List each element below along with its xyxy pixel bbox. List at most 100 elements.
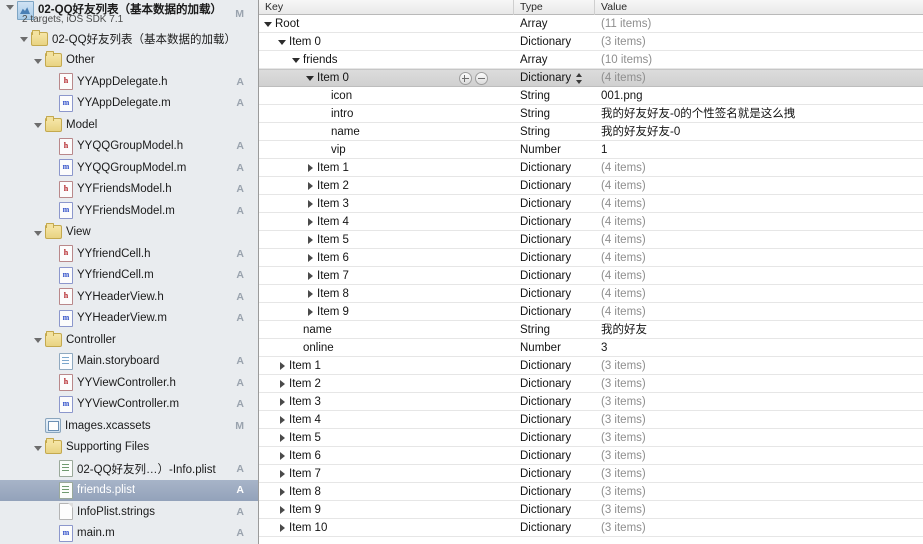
plist-row[interactable]: Item 2Dictionary(3 items) [259, 375, 923, 393]
plist-key-cell[interactable]: Item 3 [259, 393, 514, 411]
plist-row[interactable]: Item 9Dictionary(4 items) [259, 303, 923, 321]
disclosure-triangle-icon[interactable] [319, 141, 330, 159]
plist-value-cell[interactable]: (3 items) [595, 429, 923, 447]
disclosure-triangle-icon[interactable] [305, 177, 316, 195]
remove-row-icon[interactable] [475, 72, 488, 85]
disclosure-triangle-icon[interactable] [305, 195, 316, 213]
disclosure-triangle-icon[interactable] [47, 377, 58, 388]
disclosure-triangle-icon[interactable] [33, 442, 44, 453]
plist-type-cell[interactable]: Dictionary [514, 213, 595, 231]
disclosure-triangle-icon[interactable] [277, 429, 288, 447]
navigator-item[interactable]: friends.plistA [0, 480, 258, 502]
navigator-item[interactable]: hYYQQGroupModel.hA [0, 136, 258, 158]
plist-row[interactable]: Item 1Dictionary(3 items) [259, 357, 923, 375]
navigator-item[interactable]: mYYfriendCell.mA [0, 265, 258, 287]
plist-key-cell[interactable]: Root [259, 15, 514, 33]
plist-type-cell[interactable]: Dictionary [514, 465, 595, 483]
plist-row[interactable]: nameString我的好友 [259, 321, 923, 339]
navigator-item[interactable]: hYYHeaderView.hA [0, 286, 258, 308]
disclosure-triangle-icon[interactable] [47, 270, 58, 281]
disclosure-triangle-icon[interactable] [47, 485, 58, 496]
plist-type-cell[interactable]: Dictionary [514, 357, 595, 375]
plist-key-cell[interactable]: Item 6 [259, 249, 514, 267]
plist-row[interactable]: Item 7Dictionary(3 items) [259, 465, 923, 483]
plist-row[interactable]: Item 0Dictionary(3 items) [259, 33, 923, 51]
plist-key-cell[interactable]: Item 5 [259, 231, 514, 249]
disclosure-triangle-icon[interactable] [305, 69, 316, 87]
column-header-value[interactable]: Value [595, 0, 923, 15]
type-stepper-icon[interactable] [576, 72, 583, 85]
plist-key-cell[interactable]: Item 9 [259, 501, 514, 519]
plist-editor[interactable]: Key Type Value RootArray(11 items)Item 0… [259, 0, 923, 544]
plist-value-cell[interactable]: (3 items) [595, 447, 923, 465]
plist-row[interactable]: introString我的好友好友-0的个性签名就是这么拽 [259, 105, 923, 123]
disclosure-triangle-icon[interactable] [277, 375, 288, 393]
plist-value-cell[interactable]: (11 items) [595, 15, 923, 33]
plist-type-cell[interactable]: Dictionary [514, 303, 595, 321]
column-header-type[interactable]: Type [514, 0, 595, 15]
navigator-item[interactable]: 02-QQ好友列…）-Info.plistA [0, 458, 258, 480]
disclosure-triangle-icon[interactable] [305, 303, 316, 321]
disclosure-triangle-icon[interactable] [277, 411, 288, 429]
plist-type-cell[interactable]: Dictionary [514, 501, 595, 519]
plist-type-cell[interactable]: Dictionary [514, 249, 595, 267]
plist-type-cell[interactable]: Dictionary [514, 411, 595, 429]
navigator-item[interactable]: View [0, 222, 258, 244]
plist-value-cell[interactable]: (3 items) [595, 483, 923, 501]
plist-row[interactable]: vipNumber1 [259, 141, 923, 159]
plist-value-cell[interactable]: (4 items) [595, 159, 923, 177]
plist-value-cell[interactable]: (3 items) [595, 411, 923, 429]
disclosure-triangle-icon[interactable] [277, 357, 288, 375]
plist-type-cell[interactable]: String [514, 87, 595, 105]
plist-type-cell[interactable]: Dictionary [514, 483, 595, 501]
plist-value-cell[interactable]: (3 items) [595, 501, 923, 519]
navigator-item[interactable]: Model [0, 114, 258, 136]
navigator-item[interactable]: mYYQQGroupModel.mA [0, 157, 258, 179]
plist-type-cell[interactable]: Dictionary [514, 375, 595, 393]
navigator-item[interactable]: hYYAppDelegate.hA [0, 71, 258, 93]
disclosure-triangle-icon[interactable] [47, 291, 58, 302]
plist-key-cell[interactable]: Item 7 [259, 267, 514, 285]
plist-value-cell[interactable]: (3 items) [595, 375, 923, 393]
plist-key-cell[interactable]: name [259, 123, 514, 141]
plist-type-cell[interactable]: Dictionary [514, 177, 595, 195]
plist-row[interactable]: onlineNumber3 [259, 339, 923, 357]
add-row-icon[interactable] [459, 72, 472, 85]
disclosure-triangle-icon[interactable] [277, 393, 288, 411]
plist-value-cell[interactable]: (4 items) [595, 195, 923, 213]
navigator-item[interactable]: 02-QQ好友列表（基本数据的加载）2 targets, iOS SDK 7.1… [0, 0, 258, 28]
disclosure-triangle-icon[interactable] [33, 227, 44, 238]
plist-key-cell[interactable]: Item 7 [259, 465, 514, 483]
plist-key-cell[interactable]: Item 9 [259, 303, 514, 321]
disclosure-triangle-icon[interactable] [33, 119, 44, 130]
navigator-item[interactable]: Controller [0, 329, 258, 351]
plist-row[interactable]: nameString我的好友好友-0 [259, 123, 923, 141]
disclosure-triangle-icon[interactable] [47, 356, 58, 367]
disclosure-triangle-icon[interactable] [47, 184, 58, 195]
disclosure-triangle-icon[interactable] [305, 249, 316, 267]
navigator-item[interactable]: 02-QQ好友列表（基本数据的加载） [0, 28, 258, 50]
plist-value-cell[interactable]: (4 items) [595, 213, 923, 231]
plist-type-cell[interactable]: Dictionary [514, 285, 595, 303]
disclosure-triangle-icon[interactable] [291, 51, 302, 69]
plist-key-cell[interactable]: Item 1 [259, 159, 514, 177]
plist-key-cell[interactable]: Item 3 [259, 195, 514, 213]
navigator-item[interactable]: Other [0, 50, 258, 72]
disclosure-triangle-icon[interactable] [47, 248, 58, 259]
plist-row[interactable]: Item 3Dictionary(4 items) [259, 195, 923, 213]
plist-key-cell[interactable]: Item 6 [259, 447, 514, 465]
plist-row[interactable]: iconString001.png [259, 87, 923, 105]
disclosure-triangle-icon[interactable] [319, 87, 330, 105]
plist-key-cell[interactable]: Item 4 [259, 411, 514, 429]
plist-row[interactable]: Item 7Dictionary(4 items) [259, 267, 923, 285]
disclosure-triangle-icon[interactable] [305, 213, 316, 231]
plist-type-cell[interactable]: Dictionary [514, 69, 595, 87]
plist-row[interactable]: Item 8Dictionary(4 items) [259, 285, 923, 303]
navigator-item[interactable]: mmain.mA [0, 523, 258, 544]
plist-type-cell[interactable]: String [514, 321, 595, 339]
plist-value-cell[interactable]: (3 items) [595, 33, 923, 51]
plist-type-cell[interactable]: Dictionary [514, 447, 595, 465]
plist-row-list[interactable]: RootArray(11 items)Item 0Dictionary(3 it… [259, 15, 923, 537]
plist-key-cell[interactable]: Item 10 [259, 519, 514, 537]
navigator-item[interactable]: mYYAppDelegate.mA [0, 93, 258, 115]
